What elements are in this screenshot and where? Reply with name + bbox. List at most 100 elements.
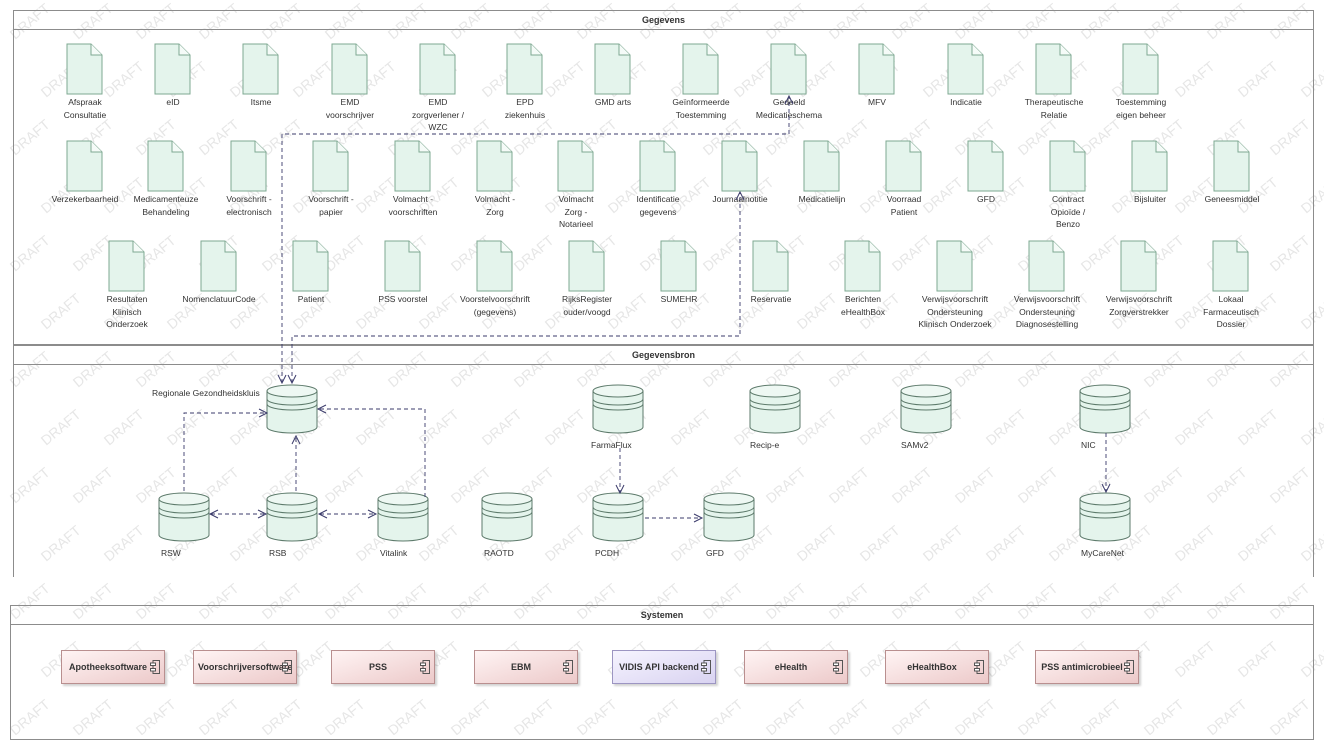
document-icon	[936, 240, 973, 292]
document-node[interactable]: Geïnformeerde Toestemming	[656, 43, 746, 121]
document-node[interactable]: Toestemming eigen beheer	[1096, 43, 1186, 121]
database-node[interactable]: Vitalink	[348, 491, 458, 558]
system-label: eHealthBox	[907, 662, 957, 672]
database-node[interactable]: PCDH	[563, 491, 673, 558]
document-node[interactable]: EMD zorgverlener / WZC	[393, 43, 483, 134]
database-label: Regionale Gezondheidskluis	[152, 388, 260, 398]
document-icon	[1122, 43, 1159, 95]
document-icon	[66, 43, 103, 95]
database-icon	[1079, 384, 1131, 434]
document-node[interactable]: Voorstelvoorschrift (gegevens)	[450, 240, 540, 318]
document-label: Volmacht Zorg - Notarieel	[558, 194, 594, 230]
document-node[interactable]: Voorschrift - papier	[286, 140, 376, 218]
document-node[interactable]: NomenclatuurCode	[174, 240, 264, 306]
document-node[interactable]: Verwijsvoorschrift Ondersteuning Diagnos…	[1002, 240, 1092, 331]
database-label: PCDH	[595, 548, 620, 558]
document-node[interactable]: PSS voorstel	[358, 240, 448, 306]
document-node[interactable]: GFD	[941, 140, 1031, 206]
document-node[interactable]: Identificatie gegevens	[613, 140, 703, 218]
document-node[interactable]: Berichten eHealthBox	[818, 240, 908, 318]
document-node[interactable]: Volmacht - voorschriften	[368, 140, 458, 218]
document-node[interactable]: EPD ziekenhuis	[480, 43, 570, 121]
system-component[interactable]: PSS antimicrobieel	[1035, 650, 1139, 684]
system-label: eHealth	[774, 662, 808, 672]
document-icon	[312, 140, 349, 192]
document-icon	[1212, 240, 1249, 292]
document-node[interactable]: Resultaten Klinisch Onderzoek	[82, 240, 172, 331]
system-component[interactable]: PSS	[331, 650, 435, 684]
gegevensbron-pane-title: Gegevensbron	[14, 346, 1313, 365]
document-node[interactable]: Afspraak Consultatie	[40, 43, 130, 121]
database-node[interactable]: RSW	[129, 491, 239, 558]
document-node[interactable]: Gedeeld Medicatieschema	[744, 43, 834, 121]
document-node[interactable]: Bijsluiter	[1105, 140, 1195, 206]
document-label: Voorstelvoorschrift (gegevens)	[460, 294, 530, 317]
document-label: Resultaten Klinisch Onderzoek	[106, 294, 148, 330]
document-icon	[394, 140, 431, 192]
system-component[interactable]: VIDIS API backend	[612, 650, 716, 684]
document-node[interactable]: Volmacht - Zorg	[450, 140, 540, 218]
document-node[interactable]: RijksRegister ouder/voogd	[542, 240, 632, 318]
database-node[interactable]: Regionale Gezondheidskluis	[152, 383, 347, 435]
document-node[interactable]: Medicatielijn	[777, 140, 867, 206]
document-node[interactable]: Geneesmiddel	[1187, 140, 1277, 206]
document-node[interactable]: Verzekerbaarheid	[40, 140, 130, 206]
database-node[interactable]: MyCareNet	[1050, 491, 1160, 558]
document-icon	[858, 43, 895, 95]
document-node[interactable]: Patient	[266, 240, 356, 306]
document-label: Volmacht - voorschriften	[388, 194, 438, 217]
document-node[interactable]: Therapeutische Relatie	[1009, 43, 1099, 121]
document-label: Lokaal Farmaceutisch Dossier	[1203, 294, 1259, 330]
system-component[interactable]: EBM	[474, 650, 578, 684]
system-component[interactable]: Voorschrijversoftware	[193, 650, 297, 684]
system-label: PSS	[368, 662, 387, 672]
document-node[interactable]: Journaalnotitie	[695, 140, 785, 206]
database-icon	[481, 492, 533, 542]
document-node[interactable]: Indicatie	[921, 43, 1011, 109]
document-label: PSS voorstel	[378, 294, 428, 304]
document-icon	[1035, 43, 1072, 95]
document-node[interactable]: Voorraad Patient	[859, 140, 949, 218]
document-icon	[419, 43, 456, 95]
database-node[interactable]: RSB	[237, 491, 347, 558]
document-node[interactable]: GMD arts	[568, 43, 658, 109]
database-node[interactable]: Recip-e	[720, 383, 830, 450]
database-label: Vitalink	[380, 548, 408, 558]
document-node[interactable]: Contract Opioïde / Benzo	[1023, 140, 1113, 231]
document-node[interactable]: Verwijsvoorschrift Ondersteuning Klinisc…	[910, 240, 1000, 331]
document-node[interactable]: EMD voorschrijver	[305, 43, 395, 121]
document-node[interactable]: Volmacht Zorg - Notarieel	[531, 140, 621, 231]
document-node[interactable]: Itsme	[216, 43, 306, 109]
document-node[interactable]: Reservatie	[726, 240, 816, 306]
database-node[interactable]: FarmaFlux	[563, 383, 673, 450]
database-icon	[266, 384, 318, 434]
component-icon	[974, 660, 984, 674]
database-label: Recip-e	[750, 440, 780, 450]
document-icon	[752, 240, 789, 292]
document-icon	[200, 240, 237, 292]
database-node[interactable]: NIC	[1050, 383, 1160, 450]
document-node[interactable]: Verwijsvoorschrift Zorgverstrekker	[1094, 240, 1184, 318]
document-node[interactable]: Voorschrift - electronisch	[204, 140, 294, 218]
document-label: Contract Opioïde / Benzo	[1050, 194, 1086, 230]
component-icon	[701, 660, 711, 674]
database-icon	[703, 492, 755, 542]
database-label: SAMv2	[901, 440, 929, 450]
document-icon	[108, 240, 145, 292]
system-component[interactable]: eHealth	[744, 650, 848, 684]
document-node[interactable]: eID	[128, 43, 218, 109]
document-node[interactable]: MFV	[832, 43, 922, 109]
database-node[interactable]: GFD	[674, 491, 784, 558]
document-icon	[154, 43, 191, 95]
document-label: Medicatielijn	[798, 194, 846, 204]
document-node[interactable]: Lokaal Farmaceutisch Dossier	[1186, 240, 1276, 331]
document-node[interactable]: SUMEHR	[634, 240, 724, 306]
database-label: FarmaFlux	[591, 440, 632, 450]
document-label: RijksRegister ouder/voogd	[561, 294, 613, 317]
system-component[interactable]: eHealthBox	[885, 650, 989, 684]
document-node[interactable]: Medicamenteuze Behandeling	[121, 140, 211, 218]
database-node[interactable]: RAOTD	[452, 491, 562, 558]
database-node[interactable]: SAMv2	[871, 383, 981, 450]
system-component[interactable]: Apotheeksoftware	[61, 650, 165, 684]
document-label: Journaalnotitie	[712, 194, 768, 204]
